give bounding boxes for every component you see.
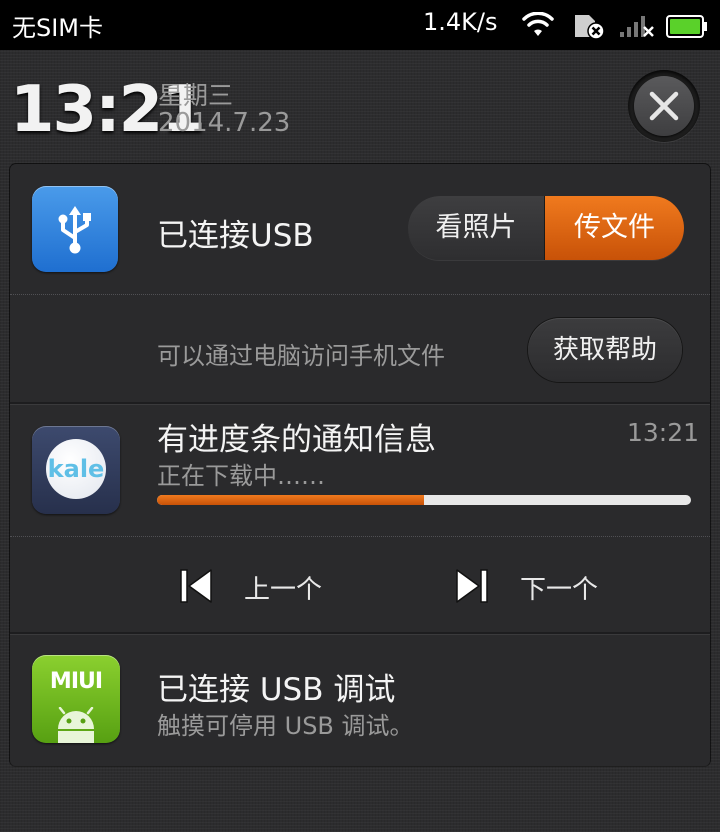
divider (10, 536, 710, 537)
usb-notification-title: 已连接USB (157, 218, 314, 254)
next-button[interactable]: 下一个 (520, 569, 598, 606)
download-notification-time: 13:21 (627, 418, 700, 447)
miui-android-icon: MIUI (32, 655, 120, 743)
download-progress-fill (157, 495, 424, 505)
wifi-icon (522, 12, 554, 36)
close-icon (649, 91, 679, 121)
battery-icon (666, 15, 707, 38)
view-photos-option[interactable]: 看照片 (408, 196, 545, 260)
notification-panel: 已连接USB 看照片 传文件 可以通过电脑访问手机文件 获取帮助 kale 有进… (10, 164, 710, 766)
divider (10, 294, 710, 295)
usb-icon (32, 186, 118, 272)
android-robot-icon (58, 707, 94, 743)
weekday-label: 星期三 (158, 81, 234, 110)
skip-previous-icon[interactable] (178, 566, 214, 606)
date-label: 2014.7.23 (158, 108, 291, 138)
divider (10, 402, 710, 405)
download-notification-title[interactable]: 有进度条的通知信息 (157, 414, 436, 459)
network-speed: 1.4K/s (423, 8, 498, 36)
usb-notification-subtitle: 可以通过电脑访问手机文件 (157, 342, 445, 370)
kale-logo: kale (46, 439, 106, 499)
close-button-face[interactable] (634, 76, 694, 136)
usb-mode-toggle: 看照片 传文件 (408, 196, 684, 260)
miui-logo-text: MIUI (49, 669, 103, 694)
signal-icon (620, 16, 654, 37)
previous-button[interactable]: 上一个 (244, 569, 322, 606)
skip-next-icon[interactable] (454, 566, 490, 606)
download-status: 正在下载中…… (157, 462, 325, 490)
usb-debug-subtitle: 触摸可停用 USB 调试。 (157, 712, 414, 740)
get-help-button[interactable]: 获取帮助 (528, 318, 682, 382)
transfer-files-option[interactable]: 传文件 (545, 196, 684, 260)
divider (10, 632, 710, 635)
sim-error-icon (575, 15, 605, 40)
status-bar: 无SIM卡 1.4K/s (0, 0, 720, 50)
usb-debug-title[interactable]: 已连接 USB 调试 (157, 664, 395, 709)
carrier-label: 无SIM卡 (12, 14, 104, 42)
kale-app-icon: kale (32, 426, 120, 514)
close-button[interactable] (628, 70, 700, 142)
download-progress-bar (157, 495, 691, 505)
